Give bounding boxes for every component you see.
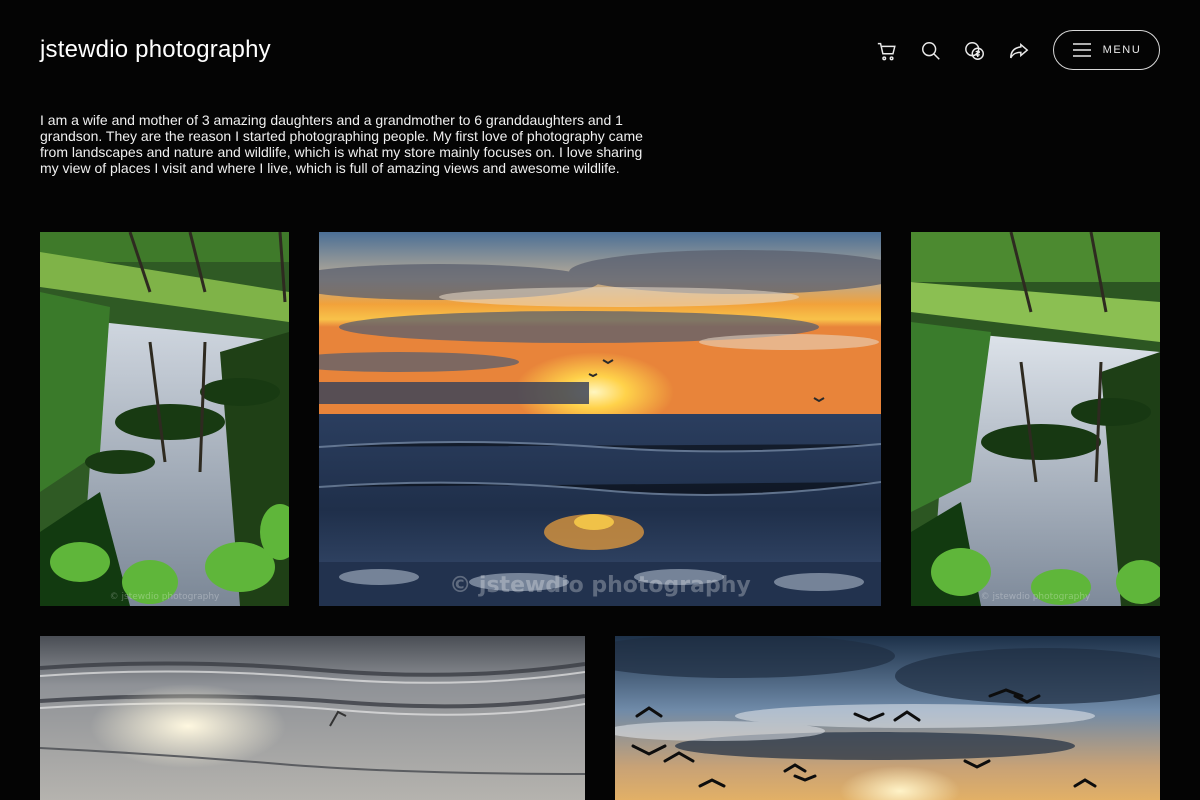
site-title[interactable]: jstewdio photography — [40, 36, 271, 64]
header-icons — [876, 40, 1030, 62]
menu-label: MENU — [1102, 44, 1142, 56]
photo-watermark: © jstewdio photography — [449, 573, 751, 598]
gallery-photo-birds-sunset[interactable] — [615, 636, 1160, 800]
gallery-photo-ocean-sunset[interactable]: © jstewdio photography — [319, 232, 881, 606]
gallery-photo-palm-reflection-right[interactable]: © jstewdio photography — [911, 232, 1160, 606]
gallery-photo-beach-waves[interactable] — [40, 636, 585, 800]
hamburger-icon — [1072, 43, 1091, 57]
menu-button[interactable]: MENU — [1053, 30, 1160, 70]
share-icon[interactable] — [1008, 40, 1030, 62]
cart-icon[interactable] — [876, 40, 898, 62]
intro-text: I am a wife and mother of 3 amazing daug… — [40, 112, 643, 176]
photo-watermark: © jstewdio photography — [980, 592, 1091, 602]
gallery-photo-palm-reflection-left[interactable]: © jstewdio photography — [40, 232, 289, 606]
site-header: jstewdio photography MENU — [40, 30, 1160, 72]
photo-watermark: © jstewdio photography — [109, 592, 220, 602]
currency-icon[interactable] — [964, 40, 986, 62]
search-icon[interactable] — [920, 40, 942, 62]
